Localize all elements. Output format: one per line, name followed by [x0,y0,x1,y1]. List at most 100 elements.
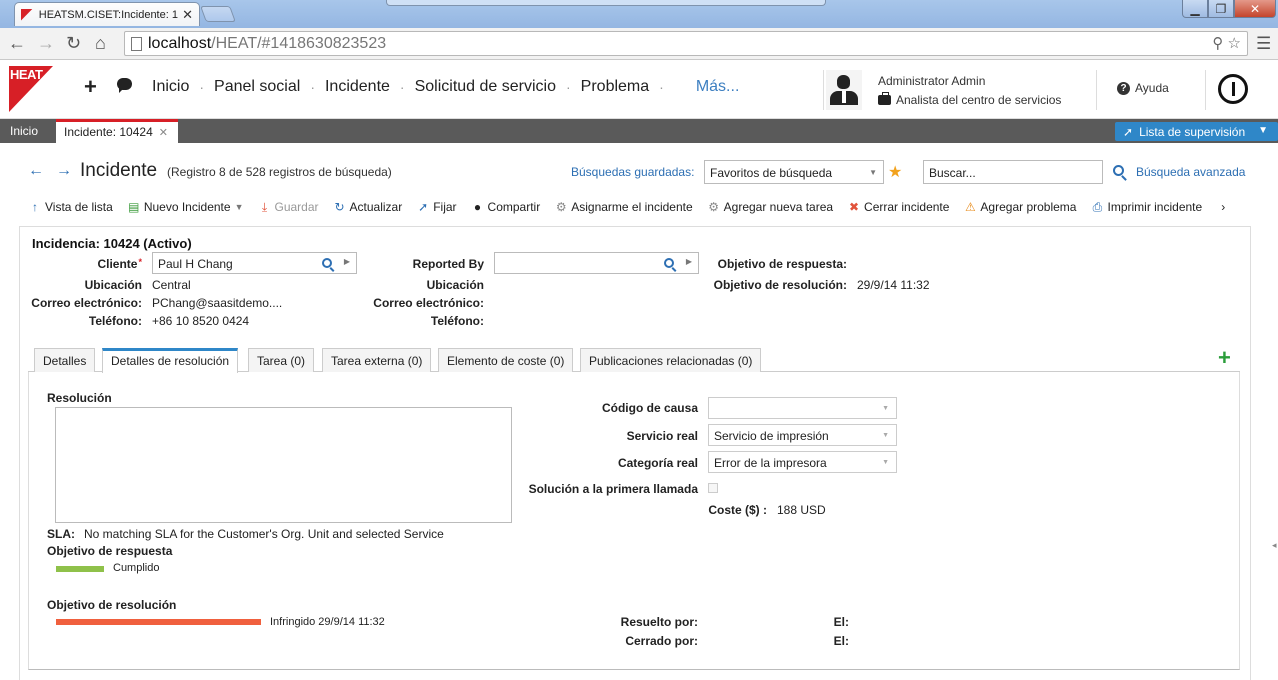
add-tab-plus-icon[interactable]: + [1218,347,1231,369]
actual-category-select[interactable]: Error de la impresora ▼ [708,451,897,473]
actual-service-label: Servicio real [626,429,698,443]
favorite-star-icon[interactable]: ★ [888,162,902,182]
saved-searches-select[interactable]: Favoritos de búsqueda ▼ [704,160,884,184]
record-tabs: Detalles Detalles de resolución Tarea (0… [28,348,1240,373]
quick-add-icon[interactable]: + [84,74,97,100]
close-tab-icon[interactable]: ✕ [182,7,193,23]
nav-separator: · [199,79,205,95]
nav-separator: · [310,79,315,95]
resolution-label: Resolución [47,391,112,405]
forward-arrow-icon[interactable]: → [37,32,55,54]
splitter-handle-icon[interactable]: ◂ [1272,540,1277,551]
advanced-search-link[interactable]: Búsqueda avanzada [1136,165,1245,179]
list-view-button[interactable]: ↑ Vista de lista [28,200,113,214]
chevron-down-icon: ▼ [234,202,244,212]
search-input[interactable]: Buscar... [923,160,1103,184]
assign-to-me-button[interactable]: ⚙ Asignarme el incidente [554,200,693,214]
pin-button[interactable]: ➚ Fijar [416,200,456,214]
browser-menu-icon[interactable]: ☰ [1256,34,1271,54]
gear-icon: ⚙ [555,200,567,214]
share-button[interactable]: ● Compartir [471,200,541,214]
play-arrow-icon[interactable]: ▶ [686,257,692,266]
actual-category-value: Error de la impresora [714,456,827,470]
print-incident-button[interactable]: ⎙ Imprimir incidente [1090,200,1203,214]
zoom-and-bookmark-icons[interactable]: ⚲ ☆ [1212,34,1241,52]
next-record-arrow-icon[interactable]: → [56,162,72,180]
pin-icon: ➚ [418,200,429,214]
maximize-window-button[interactable]: ❐ [1208,0,1234,18]
previous-record-arrow-icon[interactable]: ← [28,162,44,180]
save-button[interactable]: ⤓ Guardar [257,200,319,214]
resolution-target-label: Objetivo de resolución: [713,278,847,292]
resolution-target-value: 29/9/14 11:32 [857,278,930,292]
back-arrow-icon[interactable]: ← [8,32,26,54]
nav-solicitud-servicio[interactable]: Solicitud de servicio [415,78,556,96]
new-tab-button[interactable] [200,6,236,22]
search-icon[interactable] [1113,165,1124,176]
nav-incidente[interactable]: Incidente [325,78,390,96]
tab-external-task[interactable]: Tarea externa (0) [322,348,432,372]
search-icon[interactable] [664,258,674,268]
play-arrow-icon[interactable]: ▶ [344,257,350,266]
user-role[interactable]: Analista del centro de servicios [878,92,1062,107]
logout-power-icon[interactable] [1218,74,1248,104]
workspace-tab-home[interactable]: Inicio [10,124,38,138]
chat-bubble-icon[interactable] [117,78,132,90]
close-window-button[interactable]: ✕ [1234,0,1276,18]
new-incident-button[interactable]: ▤ Nuevo Incidente ▼ [127,200,244,214]
nav-inicio[interactable]: Inicio [152,78,189,96]
add-problem-button[interactable]: ⚠ Agregar problema [963,200,1076,214]
browser-tab[interactable]: HEATSM.CISET:Incidente: 10424 ✕ [14,2,200,26]
chat-icon: ● [473,200,482,214]
customer-location-value: Central [152,278,191,292]
action-label: Vista de lista [45,200,113,214]
user-role-label: Analista del centro de servicios [896,93,1062,107]
close-incident-icon: ✖ [849,200,860,214]
close-workspace-tab-icon[interactable]: ✕ [159,127,168,139]
add-task-button[interactable]: ⚙ Agregar nueva tarea [707,200,833,214]
home-icon[interactable]: ⌂ [95,32,106,54]
response-objective-label: Objetivo de respuesta [47,544,173,558]
customer-email-value[interactable]: PChang@saasitdemo.... [152,296,282,310]
nav-problema[interactable]: Problema [581,78,649,96]
tab-related-posts[interactable]: Publicaciones relacionadas (0) [580,348,762,372]
saved-searches-value: Favoritos de búsqueda [710,166,833,180]
more-actions-arrow[interactable]: › [1216,200,1233,214]
user-name[interactable]: Administrator Admin [878,74,985,88]
help-link[interactable]: ? Ayuda [1117,81,1169,95]
user-avatar-icon[interactable] [826,70,862,110]
help-label: Ayuda [1135,81,1169,95]
workspace-tab-incident[interactable]: Incidente: 10424 ✕ [56,119,178,143]
nav-panel-social[interactable]: Panel social [214,78,300,96]
tab-task[interactable]: Tarea (0) [248,348,315,372]
nav-more[interactable]: Más... [696,78,740,96]
customer-label-text: Cliente [97,257,138,271]
search-icon[interactable] [322,258,332,268]
heat-logo[interactable]: HEAT [9,66,53,112]
workspace-tab-strip: Inicio Incidente: 10424 ✕ ➚ Lista de supe… [0,119,1278,143]
refresh-icon: ↻ [334,200,345,214]
saved-searches-label: Búsquedas guardadas: [571,165,695,179]
nav-separator: · [566,79,571,95]
action-label: Compartir [487,200,541,214]
reported-by-lookup[interactable]: ▶ [494,252,699,274]
minimize-window-button[interactable]: ▁ [1182,0,1208,18]
resolution-textarea[interactable] [55,407,512,523]
tab-resolution-details[interactable]: Detalles de resolución [102,348,239,373]
actual-category-label: Categoría real [617,456,698,470]
customer-lookup[interactable]: Paul H Chang ▶ [152,252,357,274]
tab-cost-item[interactable]: Elemento de coste (0) [438,348,574,372]
resolved-by-label: Resuelto por: [620,615,698,629]
sla-value: No matching SLA for the Customer's Org. … [84,527,444,541]
action-label: Fijar [433,200,457,214]
tab-details[interactable]: Detalles [34,348,96,372]
help-icon: ? [1117,81,1130,95]
actual-service-select[interactable]: Servicio de impresión ▼ [708,424,897,446]
refresh-button[interactable]: ↻ Actualizar [333,200,402,214]
watch-list-button[interactable]: ➚ Lista de supervisión ▼ [1115,122,1278,141]
cause-code-select[interactable]: ▼ [708,397,897,419]
address-bar[interactable]: localhost/HEAT/#1418630823523 ⚲ ☆ [124,31,1248,56]
close-incident-button[interactable]: ✖ Cerrar incidente [847,200,949,214]
first-call-resolution-checkbox[interactable] [708,483,718,493]
reload-icon[interactable]: ↻ [66,32,81,54]
